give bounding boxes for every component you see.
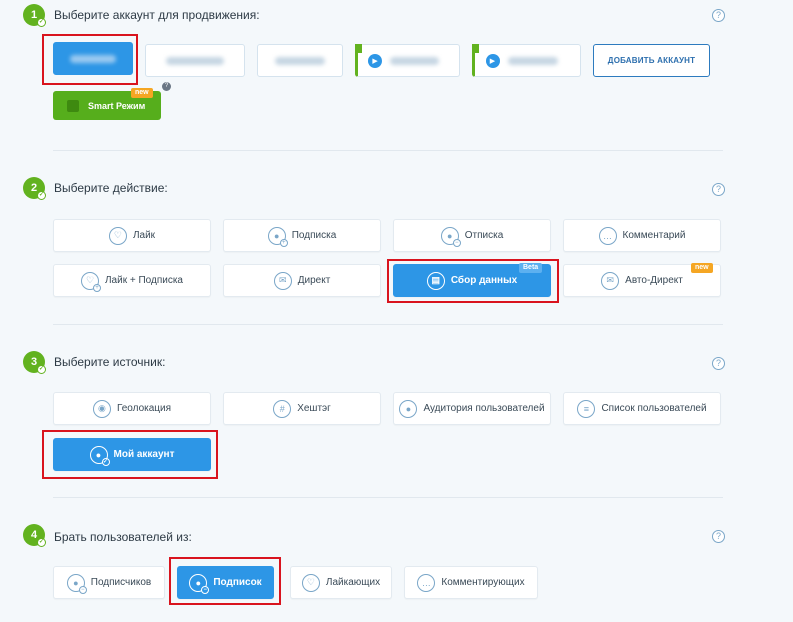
play-icon: ▶: [485, 53, 500, 68]
help-icon[interactable]: ?: [712, 530, 725, 543]
source-user-list[interactable]: ≡ Список пользователей: [563, 392, 721, 425]
check-icon: ✓: [37, 191, 46, 200]
source-geolocation[interactable]: ◉ Геолокация: [53, 392, 211, 425]
divider: [53, 150, 723, 151]
account-option-2[interactable]: [145, 44, 245, 77]
step-3-title: Выберите источник:: [54, 355, 166, 369]
check-icon: ✓: [37, 18, 46, 27]
action-like-follow[interactable]: ♡ + Лайк + Подписка: [53, 264, 211, 297]
data-collect-icon: ▤: [426, 271, 445, 290]
from-followers[interactable]: ● − Подписчиков: [53, 566, 165, 599]
auto-mail-icon: ✉: [601, 271, 620, 290]
add-account-button[interactable]: ДОБАВИТЬ АККАУНТ: [593, 44, 710, 77]
new-badge: new: [131, 88, 153, 98]
account-name-blurred: [507, 56, 558, 65]
followers-icon: ● −: [66, 573, 87, 594]
account-name-blurred: [165, 56, 225, 65]
step-4-title: Брать пользователей из:: [54, 530, 192, 544]
audience-icon: ●: [399, 399, 418, 418]
commenters-icon: …: [417, 573, 436, 592]
step-1-title: Выберите аккаунт для продвижения:: [54, 8, 260, 22]
play-icon: ▶: [368, 53, 383, 68]
source-hashtag[interactable]: # Хештэг: [223, 392, 381, 425]
likers-icon: ♡: [301, 573, 320, 592]
help-icon[interactable]: ?: [712, 9, 725, 22]
from-commenters[interactable]: … Комментирующих: [404, 566, 538, 599]
user-minus-icon: ● −: [440, 226, 461, 247]
divider: [53, 324, 723, 325]
account-name-blurred: [274, 56, 326, 65]
step-2-title: Выберите действие:: [54, 181, 168, 195]
account-option-4[interactable]: ▶: [355, 44, 460, 77]
user-plus-icon: ● +: [267, 226, 288, 247]
step-2-badge: 2 ✓: [23, 177, 46, 200]
from-following[interactable]: ● − Подписок: [177, 566, 274, 599]
action-direct[interactable]: ✉ Директ: [223, 264, 381, 297]
step-3-badge: 3 ✓: [23, 351, 46, 374]
heart-icon: ♡: [108, 226, 127, 245]
account-name-blurred: [69, 54, 117, 63]
account-name-blurred: [390, 56, 439, 65]
source-audience[interactable]: ● Аудитория пользователей: [393, 392, 551, 425]
action-unfollow[interactable]: ● − Отписка: [393, 219, 551, 252]
check-icon: ✓: [37, 538, 46, 547]
action-comment[interactable]: … Комментарий: [563, 219, 721, 252]
new-badge: new: [691, 263, 713, 273]
help-icon[interactable]: ?: [712, 357, 725, 370]
mail-icon: ✉: [273, 271, 292, 290]
account-option-5[interactable]: ▶: [472, 44, 581, 77]
help-icon[interactable]: ?: [712, 183, 725, 196]
action-follow[interactable]: ● + Подписка: [223, 219, 381, 252]
hashtag-icon: #: [273, 399, 292, 418]
comment-icon: …: [598, 226, 617, 245]
list-icon: ≡: [577, 399, 596, 418]
divider: [53, 497, 723, 498]
beta-badge: Beta: [519, 263, 543, 273]
step-1-badge: 1 ✓: [23, 4, 46, 27]
from-likers[interactable]: ♡ Лайкающих: [290, 566, 392, 599]
action-like[interactable]: ♡ Лайк: [53, 219, 211, 252]
checkbox-icon: [67, 99, 79, 112]
my-account-icon: ● ✓: [89, 445, 110, 466]
flag-icon: [472, 44, 479, 53]
location-icon: ◉: [92, 399, 111, 418]
heart-plus-icon: ♡ +: [80, 271, 101, 292]
source-my-account[interactable]: ● ✓ Мой аккаунт: [53, 438, 211, 471]
help-icon-small[interactable]: ?: [162, 82, 171, 91]
following-icon: ● −: [189, 573, 210, 594]
flag-icon: [355, 44, 362, 53]
account-option-1[interactable]: [53, 42, 133, 75]
step-4-badge: 4 ✓: [23, 524, 46, 547]
account-option-3[interactable]: [257, 44, 343, 77]
check-icon: ✓: [37, 365, 46, 374]
